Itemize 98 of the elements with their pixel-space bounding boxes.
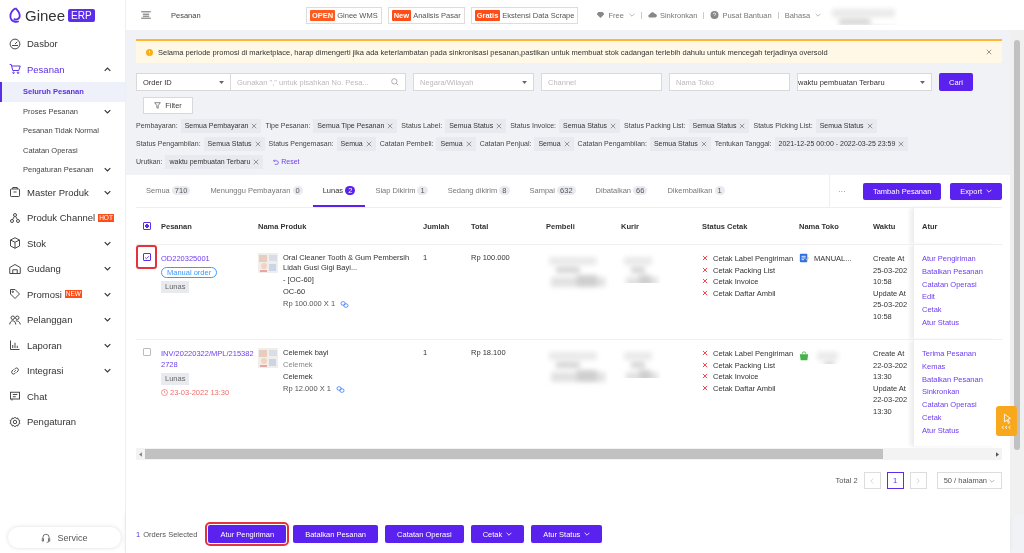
close-icon[interactable] (253, 159, 260, 165)
next-page-button[interactable] (909, 472, 927, 489)
sidebar-item-label: Promosi (27, 288, 62, 300)
close-icon[interactable] (986, 49, 992, 55)
chevron-right-icon (916, 477, 921, 484)
sidebar-item[interactable]: Dasbor (0, 31, 125, 57)
chevron-down-icon (104, 317, 111, 323)
brand-badge: ERP (68, 8, 95, 22)
brand-name: Ginee (25, 6, 66, 24)
search-icon (391, 78, 399, 86)
caret-icon (522, 80, 527, 84)
close-icon[interactable] (387, 123, 394, 129)
chevron-down-icon (986, 189, 992, 193)
chevron-up-icon (104, 66, 111, 72)
filter-icon (154, 102, 162, 109)
chat-icon (9, 390, 21, 403)
sidebar-item-label: Pelanggan (27, 314, 73, 326)
scroll-right-icon[interactable] (996, 451, 999, 457)
sidebar-item-label: Pengaturan (27, 416, 77, 428)
close-icon[interactable] (254, 141, 261, 147)
chevron-down-icon (815, 13, 822, 17)
sidebar-item-label: Stok (27, 237, 46, 249)
pointer-icon (1000, 412, 1013, 430)
sidebar-item[interactable]: Pengaturan (0, 409, 125, 435)
chevron-down-icon (104, 108, 111, 114)
row-checkbox[interactable] (142, 253, 151, 261)
close-icon[interactable] (465, 141, 472, 147)
floating-helper-button[interactable] (996, 406, 1017, 436)
chevron-left-icon (870, 477, 875, 484)
sidebar-item[interactable]: Laporan (0, 332, 125, 358)
chevron-down-icon (628, 13, 635, 17)
scrollbar[interactable] (136, 448, 1002, 460)
link-icon (9, 364, 21, 377)
close-icon[interactable] (251, 123, 258, 129)
chevron-down-icon (989, 478, 995, 483)
chevron-down-icon (104, 167, 111, 173)
users-icon (9, 313, 21, 326)
gear-icon (9, 415, 21, 428)
close-icon[interactable] (700, 141, 707, 147)
tag-icon (9, 288, 21, 301)
scrollbar[interactable] (1010, 30, 1024, 515)
menu-icon[interactable] (141, 11, 151, 19)
sidebar-item-label: Gudang (27, 263, 61, 275)
chevron-down-icon (506, 532, 513, 536)
link-icon[interactable] (340, 300, 350, 308)
row-checkbox[interactable] (142, 348, 151, 356)
chevron-down-icon (104, 266, 111, 272)
headset-icon (41, 532, 52, 543)
close-icon[interactable] (866, 123, 873, 129)
box-icon (9, 186, 21, 199)
chart-icon (9, 339, 21, 352)
clock-icon (161, 389, 168, 396)
cloud-icon (647, 11, 657, 19)
dashboard-icon (9, 37, 21, 50)
close-icon[interactable] (739, 123, 746, 129)
sidebar-item-label: Chat (27, 390, 48, 402)
close-icon[interactable] (496, 123, 503, 129)
diamond-icon (596, 11, 606, 19)
sidebar-item[interactable]: Pesanan (0, 56, 125, 82)
close-icon[interactable] (610, 123, 617, 129)
chevron-down-icon (104, 240, 111, 246)
sidebar-item-label: Laporan (27, 339, 62, 351)
warehouse-icon (9, 262, 21, 275)
service-button[interactable]: Service (8, 527, 121, 548)
chevron-down-icon (104, 368, 111, 374)
link-icon[interactable] (335, 385, 345, 393)
close-icon[interactable] (563, 141, 570, 147)
select-all-checkbox[interactable] (142, 222, 151, 230)
cart-icon (9, 63, 21, 76)
caret-icon (219, 80, 224, 84)
cube-icon (9, 237, 21, 250)
chevron-down-icon (104, 291, 111, 297)
sidebar-item[interactable]: Master Produk (0, 179, 125, 205)
document-icon (799, 253, 809, 263)
chevron-down-icon (104, 342, 111, 348)
chevron-down-icon (104, 189, 111, 195)
help-icon (710, 11, 720, 19)
sidebar-item-label: Dasbor (27, 38, 58, 50)
logo-icon (9, 6, 22, 24)
sidebar-item-label: Pesanan (27, 63, 65, 75)
sidebar-item-label: Integrasi (27, 365, 64, 377)
close-icon[interactable] (898, 141, 905, 147)
sidebar-item-label: Produk Channel (27, 212, 96, 224)
info-icon (146, 48, 153, 56)
sidebar-item[interactable]: Integrasi (0, 358, 125, 384)
undo-icon (273, 159, 280, 165)
shopping-bag-icon (799, 351, 809, 361)
sidebar-item[interactable]: Stok (0, 230, 125, 256)
sidebar-item[interactable]: Chat (0, 383, 125, 409)
nodes-icon (9, 211, 21, 224)
caret-icon (920, 80, 925, 84)
chevron-down-icon (584, 532, 591, 536)
sidebar-item[interactable]: Pelanggan (0, 307, 125, 333)
sidebar-item[interactable]: Gudang (0, 256, 125, 282)
close-icon[interactable] (365, 141, 372, 147)
scroll-left-icon[interactable] (139, 451, 142, 457)
sidebar-item-label: Master Produk (27, 186, 89, 198)
previous-page-button[interactable] (863, 472, 881, 489)
